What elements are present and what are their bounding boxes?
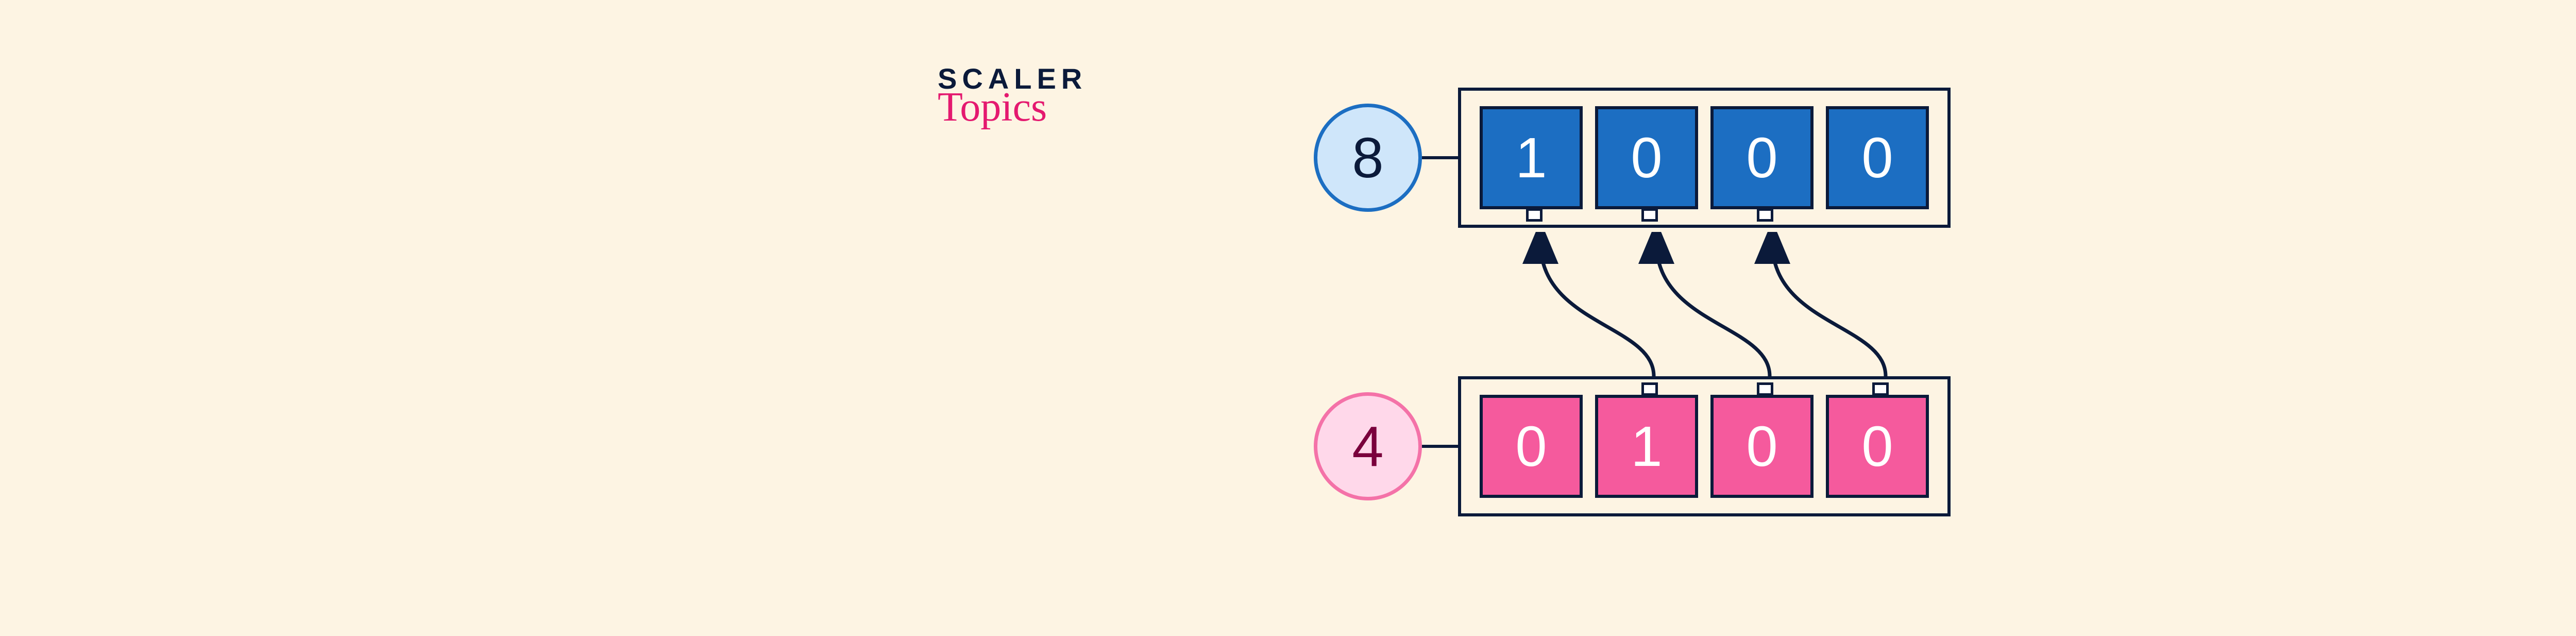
bit-value: 0	[1515, 414, 1547, 479]
connector-line	[1422, 445, 1458, 448]
decimal-value: 8	[1352, 125, 1383, 191]
bit-cell: 0	[1595, 106, 1698, 209]
row-value-4: 4 0 1 0 0	[1314, 376, 1951, 516]
bit-pin-icon	[1641, 382, 1658, 396]
scaler-topics-logo: SCALER Topics	[938, 62, 1087, 131]
bit-value: 0	[1746, 125, 1777, 191]
row-value-8: 8 1 0 0 0	[1314, 88, 1951, 228]
bit-value: 1	[1515, 125, 1547, 191]
connector-line	[1422, 156, 1458, 159]
bit-cell: 0	[1710, 106, 1814, 209]
bit-value: 0	[1861, 125, 1893, 191]
bit-cell: 0	[1826, 395, 1929, 498]
bit-container-bottom: 0 1 0 0	[1458, 376, 1951, 516]
bit-cell: 1	[1480, 106, 1583, 209]
bit-pin-icon	[1757, 382, 1773, 396]
bit-cell: 0	[1826, 106, 1929, 209]
bit-cell: 0	[1480, 395, 1583, 498]
shift-arrow-icon	[1656, 242, 1770, 376]
bit-pin-icon	[1526, 208, 1543, 222]
bit-value: 0	[1631, 125, 1662, 191]
bit-cell: 0	[1710, 395, 1814, 498]
circle-decimal-8: 8	[1314, 104, 1422, 212]
bit-container-top: 1 0 0 0	[1458, 88, 1951, 228]
bit-value: 0	[1746, 414, 1777, 479]
bit-value: 1	[1631, 414, 1662, 479]
shift-arrow-icon	[1540, 242, 1654, 376]
bit-pin-icon	[1641, 208, 1658, 222]
bitshift-diagram: 8 1 0 0 0	[1314, 88, 2035, 551]
bit-cell: 1	[1595, 395, 1698, 498]
circle-decimal-4: 4	[1314, 392, 1422, 500]
shift-arrows	[1479, 232, 1963, 376]
bit-pin-icon	[1872, 382, 1889, 396]
decimal-value: 4	[1352, 414, 1383, 479]
bit-pin-icon	[1757, 208, 1773, 222]
shift-arrow-icon	[1772, 242, 1886, 376]
bit-value: 0	[1861, 414, 1893, 479]
